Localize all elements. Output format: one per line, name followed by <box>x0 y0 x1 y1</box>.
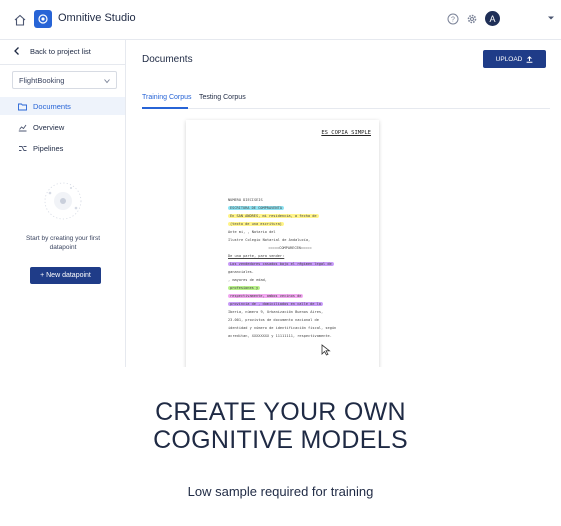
document-line: En SAN ANDRES, mi residencia, a fecha de <box>228 212 352 220</box>
entity-highlight[interactable]: profesiones y <box>228 286 261 290</box>
corpus-tabs: Training Corpus Testing Corpus <box>142 92 550 109</box>
entity-highlight[interactable]: Los vendedores casados bajo el régimen l… <box>228 262 334 266</box>
document-line: identidad y número de identificación fis… <box>228 326 337 330</box>
help-icon[interactable]: ? <box>447 13 459 25</box>
back-label: Back to project list <box>30 46 91 56</box>
document-line: , mayores de edad, <box>228 278 267 282</box>
document-line: profesiones y <box>228 284 352 292</box>
entity-highlight[interactable]: En SAN ANDRES, mi residencia, a fecha de <box>228 214 319 218</box>
entity-highlight[interactable]: ESCRITURA DE COMPRAVENTA <box>228 206 284 210</box>
active-tab-underline <box>142 107 188 109</box>
sidebar-item-overview[interactable]: Overview <box>0 118 125 136</box>
tab-training-corpus[interactable]: Training Corpus <box>142 94 192 101</box>
mouse-cursor-icon <box>321 344 331 356</box>
main-content: Documents UPLOAD Training Corpus Testing… <box>126 40 561 367</box>
tab-testing-corpus[interactable]: Testing Corpus <box>199 94 246 101</box>
document-line: respectivamente, ambos vecinos de <box>228 292 352 300</box>
sidebar-item-documents[interactable]: Documents <box>0 97 125 115</box>
page-title: Documents <box>142 54 193 65</box>
project-select-value: FlightBooking <box>19 76 65 85</box>
folder-icon <box>18 103 27 110</box>
document-line: Los vendedores casados bajo el régimen l… <box>228 260 352 268</box>
upload-button[interactable]: UPLOAD <box>483 50 546 68</box>
document-line: acreditan, XXXXXXXX y 11111111, respecti… <box>228 334 332 338</box>
caret-down-icon[interactable] <box>547 14 555 22</box>
project-select[interactable]: FlightBooking <box>12 71 117 89</box>
document-line: Ante mi, , Notario del <box>228 230 276 234</box>
upload-label: UPLOAD <box>495 55 523 63</box>
document-line: De una parte, para vender: <box>228 254 285 258</box>
document-line: gananciales. <box>228 270 254 274</box>
document-line: 23.001, provistos de documento nacional … <box>228 318 319 322</box>
document-line: Iberia, número 9, Urbanización Buenos Ai… <box>228 310 324 314</box>
home-icon[interactable] <box>13 13 27 27</box>
sidebar-divider <box>0 64 125 65</box>
document-body: NUMERO DIECISEIS ESCRITURA DE COMPRAVENT… <box>228 196 352 340</box>
user-avatar[interactable]: A <box>485 11 500 26</box>
headline-line-2: COGNITIVE MODELS <box>153 426 408 454</box>
marketing-headline: CREATE YOUR OWN COGNITIVE MODELS <box>0 398 561 454</box>
marketing-subline: Low sample required for training <box>187 484 374 499</box>
document-line: =====COMPARECEN===== <box>268 246 312 250</box>
sidebar-item-pipelines[interactable]: Pipelines <box>0 139 125 157</box>
document-line: (texto de una escritura) <box>228 220 352 228</box>
sidebar-item-label: Documents <box>33 101 71 111</box>
app-title: Omnitive Studio <box>58 12 136 24</box>
document-line: NUMERO DIECISEIS <box>228 198 263 202</box>
top-bar: Omnitive Studio ? A <box>0 0 561 40</box>
app-logo-icon[interactable] <box>34 10 52 28</box>
svg-text:?: ? <box>451 17 455 24</box>
document-header: ES COPIA SIMPLE <box>321 130 371 136</box>
back-to-projects-link[interactable]: Back to project list <box>12 46 91 56</box>
upload-icon <box>526 55 533 63</box>
sidebar-item-label: Pipelines <box>33 143 64 153</box>
entity-highlight[interactable]: (texto de una escritura) <box>228 222 284 226</box>
chevron-left-icon <box>14 47 19 55</box>
app-window: Omnitive Studio ? A Back to project list… <box>0 0 561 367</box>
gear-icon[interactable] <box>466 13 478 25</box>
sidebar: Back to project list FlightBooking Docum… <box>0 40 126 367</box>
chart-icon <box>18 124 27 131</box>
empty-state-illustration-icon <box>44 182 82 220</box>
document-line: ESCRITURA DE COMPRAVENTA <box>228 204 352 212</box>
entity-highlight[interactable]: respectivamente, ambos vecinos de <box>228 294 304 298</box>
entity-highlight[interactable]: provincia de , domiciliados en calle de … <box>228 302 323 306</box>
pipeline-icon <box>19 145 27 151</box>
document-line: Ilustre Colegio Notarial de Andalucía, <box>228 238 311 242</box>
sidebar-item-label: Overview <box>33 122 65 132</box>
headline-line-1: CREATE YOUR OWN <box>155 398 406 426</box>
empty-state-text: Start by creating your first datapoint <box>25 235 101 251</box>
new-datapoint-button[interactable]: + New datapoint <box>30 267 101 284</box>
chevron-down-icon <box>104 79 110 84</box>
document-line: provincia de , domiciliados en calle de … <box>228 300 352 308</box>
document-preview[interactable]: ES COPIA SIMPLE NUMERO DIECISEIS ESCRITU… <box>186 120 379 367</box>
